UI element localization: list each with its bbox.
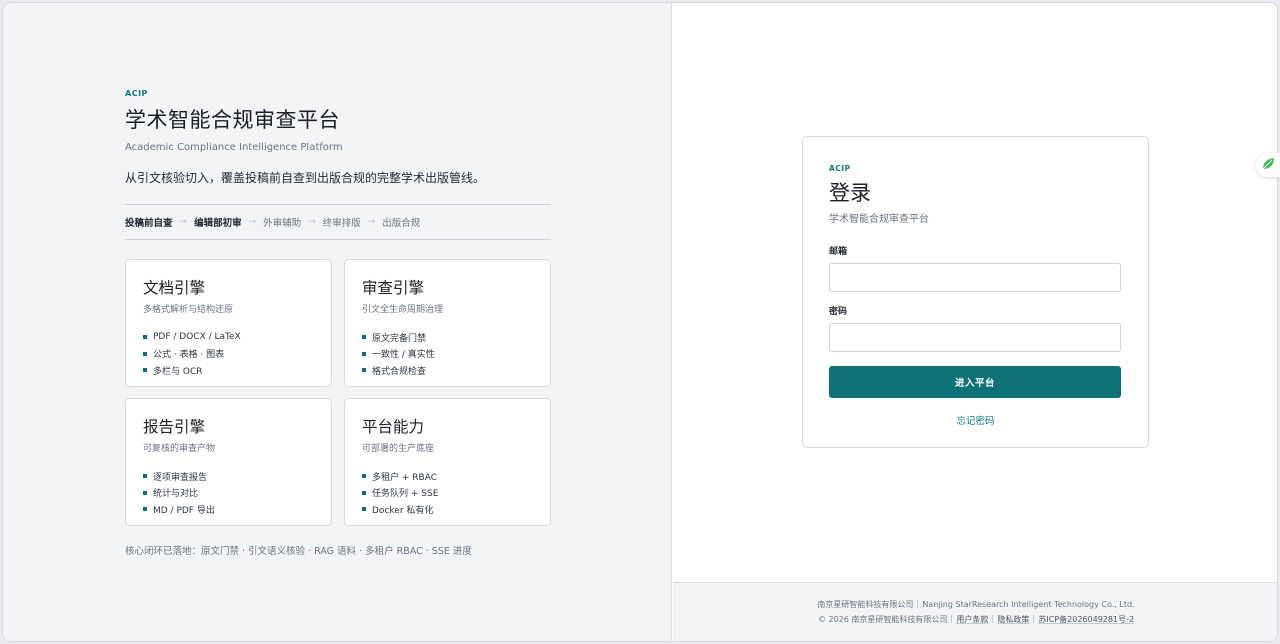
bullet-icon xyxy=(362,474,366,479)
footer: 南京星研智能科技有限公司 Nanjing StarResearch Intelli… xyxy=(673,582,1277,641)
list-item: 逐项审查报告 xyxy=(143,468,315,485)
list-item: 多租户 + RBAC xyxy=(362,468,534,485)
bullet-icon xyxy=(362,335,366,340)
company-name-cn: 南京星研智能科技有限公司 xyxy=(817,600,914,609)
copyright: © 2026 南京星研智能科技有限公司 xyxy=(817,615,948,624)
hero: ACIP 学术智能合规审查平台 Academic Compliance Inte… xyxy=(125,89,551,240)
brand-panel: ACIP 学术智能合规审查平台 Academic Compliance Inte… xyxy=(3,3,672,641)
divider xyxy=(917,600,919,608)
card-subtitle: 引文全生命周期治理 xyxy=(362,305,444,315)
list-item-label: Docker 私有化 xyxy=(372,505,434,516)
card-subtitle: 可复核的审查产物 xyxy=(143,444,216,454)
footnote: 核心闭环已落地：原文门禁 · 引文语义核验 · RAG 语料 · 多租户 RBA… xyxy=(125,546,472,557)
pipeline-step: 外审辅助 xyxy=(263,218,302,229)
card-subtitle: 可部署的生产底座 xyxy=(362,444,435,454)
login-panel: ACIP 登录 学术智能合规审查平台 邮箱 密码 进入平台 忘记密码 南京星研智… xyxy=(673,3,1277,641)
arrow-icon: → xyxy=(308,217,316,227)
feature-card-platform: 平台能力 可部署的生产底座 多租户 + RBAC 任务队列 + SSE Dock… xyxy=(344,398,551,526)
list-item-label: PDF / DOCX / LaTeX xyxy=(153,332,241,343)
bullet-icon xyxy=(362,351,366,356)
arrow-icon: → xyxy=(179,217,188,227)
footer-company: 南京星研智能科技有限公司 Nanjing StarResearch Intelli… xyxy=(673,599,1277,610)
terms-link[interactable]: 用户条款 xyxy=(956,615,988,624)
login-submit-button[interactable]: 进入平台 xyxy=(829,366,1121,398)
bullet-icon xyxy=(143,474,147,479)
floating-assistant-button[interactable] xyxy=(1256,153,1280,177)
leaf-icon xyxy=(1261,156,1275,175)
forgot-password-link[interactable]: 忘记密码 xyxy=(829,413,1122,427)
list-item-label: 统计与对比 xyxy=(153,489,199,500)
list-item: 公式 · 表格 · 图表 xyxy=(143,346,315,363)
list-item: PDF / DOCX / LaTeX xyxy=(143,329,315,346)
bullet-icon xyxy=(143,351,147,356)
privacy-link[interactable]: 隐私政策 xyxy=(997,615,1029,624)
brand-title: 学术智能合规审查平台 xyxy=(125,108,340,132)
card-list: 逐项审查报告 统计与对比 MD / PDF 导出 xyxy=(143,468,315,518)
divider xyxy=(992,615,994,623)
login-subtitle: 学术智能合规审查平台 xyxy=(829,214,929,225)
app-window: ACIP 学术智能合规审查平台 Academic Compliance Inte… xyxy=(2,2,1278,642)
list-item-label: 任务队列 + SSE xyxy=(372,489,439,500)
card-list: 原文完备门禁 一致性 / 真实性 格式合规检查 xyxy=(362,329,534,379)
card-list: 多租户 + RBAC 任务队列 + SSE Docker 私有化 xyxy=(362,468,534,518)
list-item: 格式合规检查 xyxy=(362,362,534,379)
list-item: Docker 私有化 xyxy=(362,501,534,518)
arrow-icon: → xyxy=(248,217,257,227)
divider xyxy=(1033,615,1035,623)
list-item: 任务队列 + SSE xyxy=(362,485,534,502)
card-title: 平台能力 xyxy=(362,418,425,436)
pipeline: 投稿前自查 → 编辑部初审 → 外审辅助 → 终审排版 → 出版合规 xyxy=(125,204,551,240)
list-item: 统计与对比 xyxy=(143,485,315,502)
list-item: 原文完备门禁 xyxy=(362,329,534,346)
pipeline-step: 终审排版 xyxy=(322,218,361,229)
feature-card-review-engine: 审查引擎 引文全生命周期治理 原文完备门禁 一致性 / 真实性 格式合规检查 xyxy=(344,259,551,387)
brand-subtitle: Academic Compliance Intelligence Platfor… xyxy=(125,142,343,153)
brand-tagline: 从引文核验切入，覆盖投稿前自查到出版合规的完整学术出版管线。 xyxy=(125,171,486,185)
feature-card-document-engine: 文档引擎 多格式解析与结构还原 PDF / DOCX / LaTeX 公式 · … xyxy=(125,259,332,387)
feature-card-report-engine: 报告引擎 可复核的审查产物 逐项审查报告 统计与对比 MD / PDF 导出 xyxy=(125,398,332,526)
bullet-icon xyxy=(143,507,147,512)
list-item-label: 一致性 / 真实性 xyxy=(372,350,435,361)
bullet-icon xyxy=(143,368,147,373)
bullet-icon xyxy=(362,490,366,495)
bullet-icon xyxy=(362,368,366,373)
card-list: PDF / DOCX / LaTeX 公式 · 表格 · 图表 多栏与 OCR xyxy=(143,329,315,379)
icp-link[interactable]: 苏ICP备2026049281号-2 xyxy=(1038,615,1134,624)
card-title: 审查引擎 xyxy=(362,279,425,297)
list-item-label: 格式合规检查 xyxy=(372,366,427,377)
company-name-en: Nanjing StarResearch Intelligent Technol… xyxy=(922,600,1135,609)
list-item: 多栏与 OCR xyxy=(143,362,315,379)
bullet-icon xyxy=(143,490,147,495)
list-item-label: 公式 · 表格 · 图表 xyxy=(153,350,225,361)
brand-eyebrow: ACIP xyxy=(125,89,148,98)
bullet-icon xyxy=(143,335,147,340)
list-item-label: MD / PDF 导出 xyxy=(153,505,215,516)
card-title: 文档引擎 xyxy=(143,279,206,297)
list-item-label: 原文完备门禁 xyxy=(372,333,427,344)
email-field[interactable] xyxy=(829,263,1121,292)
pipeline-step: 投稿前自查 xyxy=(125,218,173,229)
list-item: 一致性 / 真实性 xyxy=(362,346,534,363)
login-card: ACIP 登录 学术智能合规审查平台 邮箱 密码 进入平台 忘记密码 xyxy=(802,136,1149,448)
feature-cards: 文档引擎 多格式解析与结构还原 PDF / DOCX / LaTeX 公式 · … xyxy=(125,259,552,527)
arrow-icon: → xyxy=(367,217,376,227)
card-subtitle: 多格式解析与结构还原 xyxy=(143,305,234,315)
password-label: 密码 xyxy=(829,307,848,317)
login-title: 登录 xyxy=(829,181,871,205)
list-item-label: 逐项审查报告 xyxy=(153,472,208,483)
pipeline-step: 出版合规 xyxy=(382,218,421,229)
footer-legal: © 2026 南京星研智能科技有限公司 用户条款 隐私政策 苏ICP备20260492… xyxy=(673,614,1277,625)
bullet-icon xyxy=(362,507,366,512)
pipeline-step: 编辑部初审 xyxy=(194,218,242,229)
card-title: 报告引擎 xyxy=(143,418,206,436)
list-item-label: 多栏与 OCR xyxy=(153,366,203,377)
list-item: MD / PDF 导出 xyxy=(143,501,315,518)
password-field[interactable] xyxy=(829,323,1121,352)
email-label: 邮箱 xyxy=(829,247,848,257)
list-item-label: 多租户 + RBAC xyxy=(372,472,437,483)
login-eyebrow: ACIP xyxy=(829,164,851,173)
divider xyxy=(951,615,953,623)
